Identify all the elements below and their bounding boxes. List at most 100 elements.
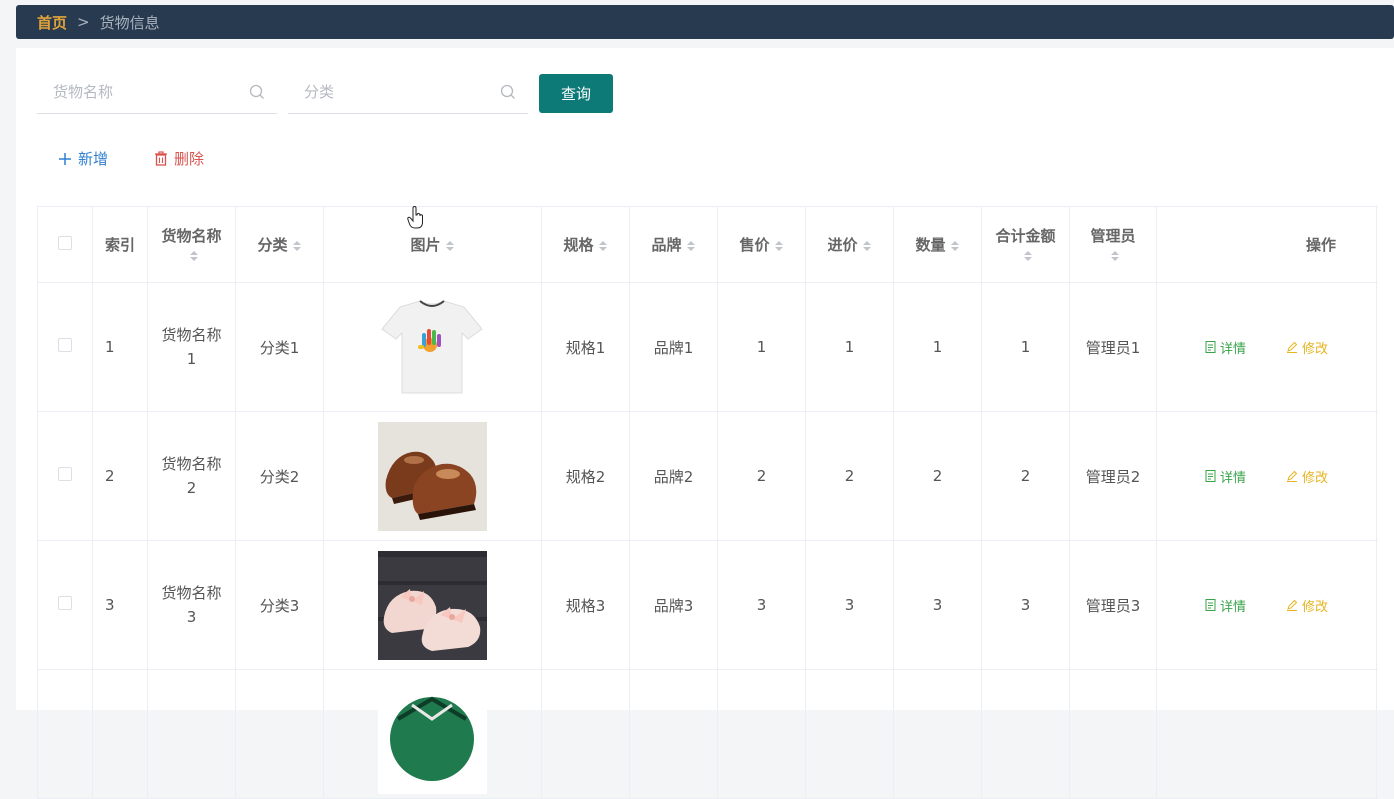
header-select-all <box>37 206 93 283</box>
brown-leather-shoes-image[interactable] <box>378 421 487 531</box>
green-ball-image[interactable] <box>378 685 487 794</box>
cell-admin: 管理员1 <box>1069 282 1157 412</box>
header-name[interactable]: 货物名称 <box>147 206 236 283</box>
query-button[interactable]: 查询 <box>539 74 613 113</box>
cell-brand: 品牌3 <box>629 540 718 670</box>
add-label: 新增 <box>78 150 109 168</box>
breadcrumb-bar: 首页 > 货物信息 <box>16 5 1394 39</box>
detail-button[interactable]: 详情 <box>1205 596 1246 615</box>
sort-caret-icon[interactable] <box>598 239 608 253</box>
category-search-input[interactable] <box>288 72 494 112</box>
cell-index: 2 <box>92 411 148 541</box>
cell-cost-price: 1 <box>805 282 894 412</box>
cell-cost-price: 3 <box>805 540 894 670</box>
header-spec[interactable]: 规格 <box>541 206 630 283</box>
sort-caret-icon[interactable] <box>1110 249 1120 263</box>
cell-brand: 品牌1 <box>629 282 718 412</box>
cell-operations: 详情 修改 <box>1156 411 1377 541</box>
table-row: 3 货物名称3 分类3 规格3 品牌3 3 3 3 3 管理员3 详情 修改 <box>37 540 1377 670</box>
header-operation: 操作 <box>1156 206 1377 283</box>
cell-image <box>323 540 542 670</box>
cell-spec: 规格1 <box>541 282 630 412</box>
document-icon <box>1205 599 1216 611</box>
sort-caret-icon[interactable] <box>292 239 302 253</box>
cell-cost-price: 2 <box>805 411 894 541</box>
cell-index: 3 <box>92 540 148 670</box>
header-brand[interactable]: 品牌 <box>629 206 718 283</box>
cell-name: 货物名称2 <box>147 411 236 541</box>
sort-caret-icon[interactable] <box>862 239 872 253</box>
white-tshirt-image[interactable] <box>378 292 487 402</box>
edit-button[interactable]: 修改 <box>1286 596 1328 615</box>
cell-spec: 规格3 <box>541 540 630 670</box>
table-row <box>37 669 1377 799</box>
goods-table: 索引 货物名称 分类 图片 规格 品牌 售价 进价 数量 合计金额 管理员 操作… <box>37 206 1377 799</box>
sort-caret-icon[interactable] <box>686 239 696 253</box>
cell-name: 货物名称1 <box>147 282 236 412</box>
sort-caret-icon[interactable] <box>774 239 784 253</box>
name-search-input[interactable] <box>37 72 243 112</box>
breadcrumb-current: 货物信息 <box>99 13 160 32</box>
cell-name: 货物名称3 <box>147 540 236 670</box>
sort-caret-icon[interactable] <box>1023 249 1033 263</box>
row-checkbox[interactable] <box>58 596 72 610</box>
cell-total: 2 <box>981 411 1070 541</box>
detail-button[interactable]: 详情 <box>1205 338 1246 357</box>
name-search-field <box>37 72 277 114</box>
cell-image <box>323 669 542 799</box>
plus-icon <box>59 152 71 165</box>
edit-button[interactable]: 修改 <box>1286 338 1328 357</box>
cell-index: 1 <box>92 282 148 412</box>
cell-category: 分类3 <box>235 540 324 670</box>
content-panel: 查询 新增 删除 索引 货物名称 <box>16 48 1394 799</box>
cell-total: 3 <box>981 540 1070 670</box>
cell-total: 1 <box>981 282 1070 412</box>
hand-cursor-icon <box>407 206 423 229</box>
cell-image <box>323 411 542 541</box>
select-all-checkbox[interactable] <box>58 235 72 250</box>
header-cost-price[interactable]: 进价 <box>805 206 894 283</box>
cell-admin: 管理员3 <box>1069 540 1157 670</box>
edit-button[interactable]: 修改 <box>1286 467 1328 486</box>
add-button[interactable]: 新增 <box>58 148 108 169</box>
delete-button[interactable]: 删除 <box>154 148 204 169</box>
pink-bow-shoes-image[interactable] <box>378 550 487 660</box>
sort-caret-icon[interactable] <box>189 249 199 263</box>
cell-category: 分类1 <box>235 282 324 412</box>
breadcrumb-separator: > <box>77 13 90 31</box>
table-header-row: 索引 货物名称 分类 图片 规格 品牌 售价 进价 数量 合计金额 管理员 操作 <box>37 206 1377 283</box>
header-index: 索引 <box>92 206 148 283</box>
detail-button[interactable]: 详情 <box>1205 467 1246 486</box>
header-image[interactable]: 图片 <box>323 206 542 283</box>
category-search-field <box>288 72 528 114</box>
sort-caret-icon[interactable] <box>950 239 960 253</box>
cell-spec: 规格2 <box>541 411 630 541</box>
cell-admin: 管理员2 <box>1069 411 1157 541</box>
search-icon[interactable] <box>249 84 265 100</box>
pencil-icon <box>1287 341 1298 353</box>
header-quantity[interactable]: 数量 <box>893 206 982 283</box>
document-icon <box>1205 470 1216 482</box>
search-icon[interactable] <box>500 84 516 100</box>
cell-quantity: 3 <box>893 540 982 670</box>
header-admin[interactable]: 管理员 <box>1069 206 1157 283</box>
header-category[interactable]: 分类 <box>235 206 324 283</box>
sort-caret-icon[interactable] <box>445 239 455 253</box>
table-row: 1 货物名称1 分类1 规格1 品牌1 1 1 1 1 管理员1 详情 修改 <box>37 282 1377 412</box>
delete-label: 删除 <box>174 150 205 168</box>
document-icon <box>1205 341 1216 353</box>
breadcrumb-home[interactable]: 首页 <box>37 12 67 33</box>
header-sale-price[interactable]: 售价 <box>717 206 806 283</box>
cell-operations: 详情 修改 <box>1156 540 1377 670</box>
cell-category: 分类2 <box>235 411 324 541</box>
cell-brand: 品牌2 <box>629 411 718 541</box>
cell-sale-price: 1 <box>717 282 806 412</box>
cell-quantity: 2 <box>893 411 982 541</box>
row-checkbox[interactable] <box>58 467 72 481</box>
pencil-icon <box>1287 599 1298 611</box>
row-checkbox[interactable] <box>58 338 72 352</box>
header-total[interactable]: 合计金额 <box>981 206 1070 283</box>
trash-icon <box>155 151 167 166</box>
cell-operations: 详情 修改 <box>1156 282 1377 412</box>
cell-image <box>323 282 542 412</box>
